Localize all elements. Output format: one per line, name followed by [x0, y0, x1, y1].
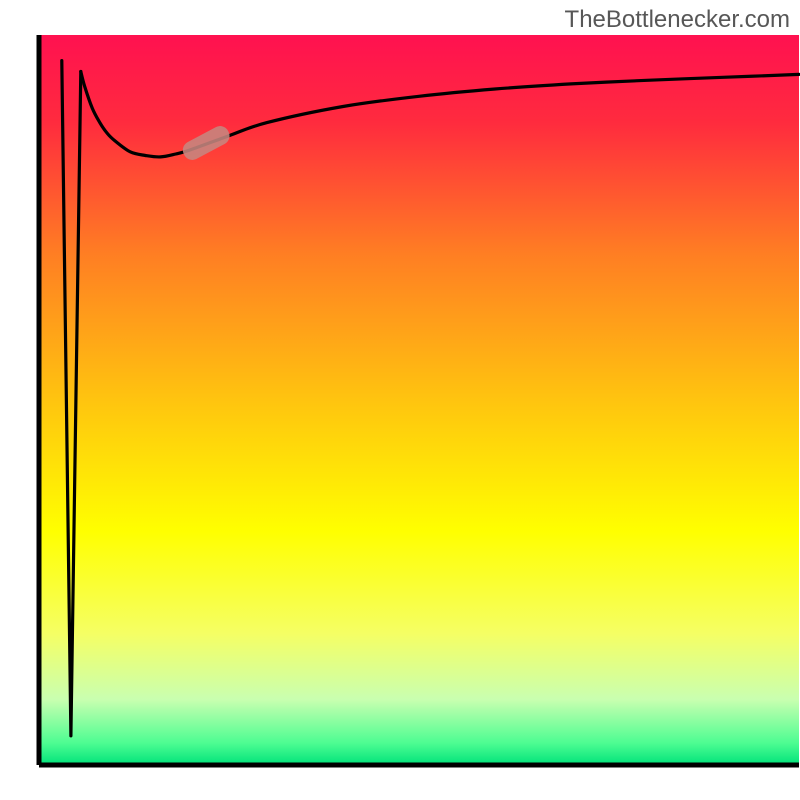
plot-background — [39, 35, 799, 765]
chart-container: TheBottlenecker.com — [0, 0, 800, 800]
attribution-label: TheBottlenecker.com — [565, 6, 790, 34]
bottleneck-chart — [0, 0, 800, 800]
